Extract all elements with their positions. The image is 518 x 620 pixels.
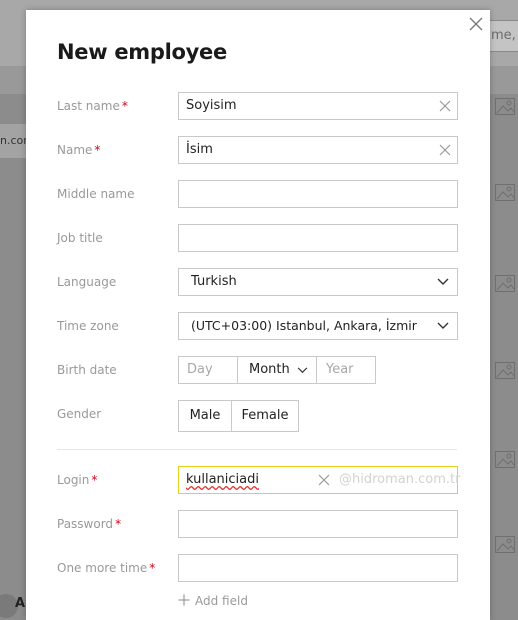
login-label: Login *: [57, 466, 97, 494]
password-repeat-input[interactable]: [178, 554, 458, 582]
birth-day-placeholder: Day: [187, 362, 213, 377]
birth-month-value: Month: [249, 362, 290, 377]
clear-icon[interactable]: [439, 144, 451, 156]
required-mark: *: [121, 99, 128, 113]
required-mark: *: [149, 561, 156, 575]
language-row: Language Turkish: [57, 268, 467, 296]
gender-label: Gender: [57, 407, 102, 421]
last-name-label-text: Last name: [57, 99, 120, 113]
birth-date-row: Birth date Day Month Year: [57, 356, 467, 384]
background-search-input: me,: [488, 20, 518, 52]
language-label: Language: [57, 275, 117, 289]
dialog-title: New employee: [57, 40, 227, 64]
image-placeholder-icon: [495, 98, 515, 115]
name-value: İsim: [186, 142, 213, 157]
clear-icon[interactable]: [318, 474, 330, 486]
birth-year-placeholder: Year: [326, 362, 354, 377]
required-mark: *: [115, 517, 122, 531]
last-name-row: Last name * Soyisim: [57, 92, 467, 120]
required-mark: *: [91, 473, 98, 487]
image-placeholder-icon: [495, 362, 515, 379]
chevron-down-icon: [437, 322, 449, 329]
gender-male-button[interactable]: Male: [178, 400, 232, 432]
gender-female-button[interactable]: Female: [231, 400, 299, 432]
gender-row: Gender Male Female: [57, 400, 467, 432]
chevron-down-icon: [437, 278, 449, 285]
birth-day-input[interactable]: Day: [178, 356, 238, 384]
password-repeat-row: One more time *: [57, 554, 467, 582]
birth-date-label: Birth date: [57, 363, 117, 377]
login-label-text: Login: [57, 473, 90, 487]
job-title-input[interactable]: [178, 224, 458, 252]
middle-name-row: Middle name: [57, 180, 467, 208]
time-zone-label: Time zone: [57, 319, 119, 333]
password-label: Password *: [57, 510, 121, 538]
password-input[interactable]: [178, 510, 458, 538]
name-label-text: Name: [57, 143, 93, 157]
add-field-label: Add field: [195, 594, 248, 608]
login-domain-suffix: @hidroman.com.tr: [339, 472, 461, 487]
job-title-row: Job title: [57, 224, 467, 252]
time-zone-select[interactable]: (UTC+03:00) Istanbul, Ankara, İzmir: [178, 312, 458, 340]
login-row: Login * kullaniciadi @hidroman.com.tr: [57, 466, 467, 494]
language-value: Turkish: [191, 274, 237, 289]
password-repeat-label: One more time *: [57, 554, 155, 582]
last-name-value: Soyisim: [186, 98, 237, 113]
middle-name-label: Middle name: [57, 187, 135, 201]
image-placeholder-icon: [495, 536, 515, 553]
chevron-down-icon: [297, 367, 308, 374]
background-letter: A: [15, 596, 26, 611]
last-name-label: Last name *: [57, 92, 128, 120]
time-zone-value: (UTC+03:00) Istanbul, Ankara, İzmir: [191, 318, 417, 333]
background-search-text: me,: [491, 28, 516, 43]
required-mark: *: [94, 143, 101, 157]
clear-icon[interactable]: [439, 100, 451, 112]
password-repeat-label-text: One more time: [57, 561, 148, 575]
plus-icon: [178, 594, 190, 606]
login-value: kullaniciadi: [186, 472, 259, 487]
login-input[interactable]: kullaniciadi @hidroman.com.tr: [178, 466, 461, 494]
name-input[interactable]: İsim: [178, 136, 458, 164]
last-name-input[interactable]: Soyisim: [178, 92, 458, 120]
add-field-button[interactable]: Add field: [178, 594, 248, 608]
new-employee-dialog: New employee Last name * Soyisim Name * İs…: [26, 10, 490, 620]
close-icon[interactable]: [468, 16, 484, 32]
birth-month-select[interactable]: Month: [237, 356, 317, 384]
birth-year-input[interactable]: Year: [317, 356, 376, 384]
password-label-text: Password: [57, 517, 114, 531]
language-select[interactable]: Turkish: [178, 268, 458, 296]
image-placeholder-icon: [495, 275, 515, 292]
section-divider: [57, 449, 457, 450]
name-label: Name *: [57, 136, 100, 164]
time-zone-row: Time zone (UTC+03:00) Istanbul, Ankara, …: [57, 312, 467, 340]
image-placeholder-icon: [495, 451, 515, 468]
password-row: Password *: [57, 510, 467, 538]
image-placeholder-icon: [495, 184, 515, 201]
middle-name-input[interactable]: [178, 180, 458, 208]
name-row: Name * İsim: [57, 136, 467, 164]
job-title-label: Job title: [57, 231, 103, 245]
